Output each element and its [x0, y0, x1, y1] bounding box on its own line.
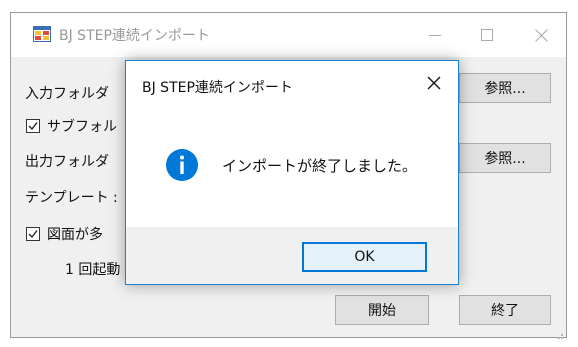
main-close-button[interactable] — [518, 13, 564, 57]
close-icon — [427, 76, 441, 90]
check-icon — [28, 230, 38, 239]
exit-button[interactable]: 終了 — [459, 295, 551, 325]
close-icon — [534, 28, 548, 42]
message-dialog: BJ STEP連続インポート インポートが終了しました。 OK — [125, 60, 459, 285]
check-icon — [28, 122, 38, 131]
input-folder-label: 入力フォルダ — [25, 86, 109, 102]
one-run-label: 1 回起動 — [65, 262, 121, 278]
drawing-multi-label: 図面が多 — [47, 227, 103, 243]
output-folder-label: 出力フォルダ — [25, 154, 109, 170]
main-window-title: BJ STEP連続インポート — [59, 28, 210, 44]
dialog-title: BJ STEP連続インポート — [142, 80, 293, 96]
dialog-footer: OK — [126, 227, 458, 284]
main-title-bar: BJ STEP連続インポート — [11, 13, 566, 57]
minimize-button[interactable] — [412, 13, 458, 57]
template-label: テンプレート : — [25, 190, 118, 206]
ok-button[interactable]: OK — [302, 242, 427, 272]
dialog-message: インポートが終了しました。 — [222, 157, 418, 175]
info-icon — [166, 149, 198, 181]
maximize-button[interactable] — [464, 13, 510, 57]
subfolder-label: サブフォル — [47, 119, 117, 135]
screen: BJ STEP連続インポート 入力フォルダ サブフォル 出力フォルダ テンプレー… — [0, 0, 578, 347]
subfolder-checkbox[interactable] — [26, 119, 40, 133]
output-browse-button[interactable]: 参照... — [459, 143, 551, 173]
drawing-multi-checkbox[interactable] — [26, 227, 40, 241]
resize-grip-icon[interactable] — [554, 325, 564, 339]
maximize-icon — [481, 29, 493, 41]
minimize-icon — [429, 35, 441, 36]
start-button[interactable]: 開始 — [335, 295, 429, 325]
input-browse-button[interactable]: 参照... — [459, 73, 551, 103]
app-icon — [33, 26, 51, 42]
dialog-close-button[interactable] — [416, 67, 452, 99]
